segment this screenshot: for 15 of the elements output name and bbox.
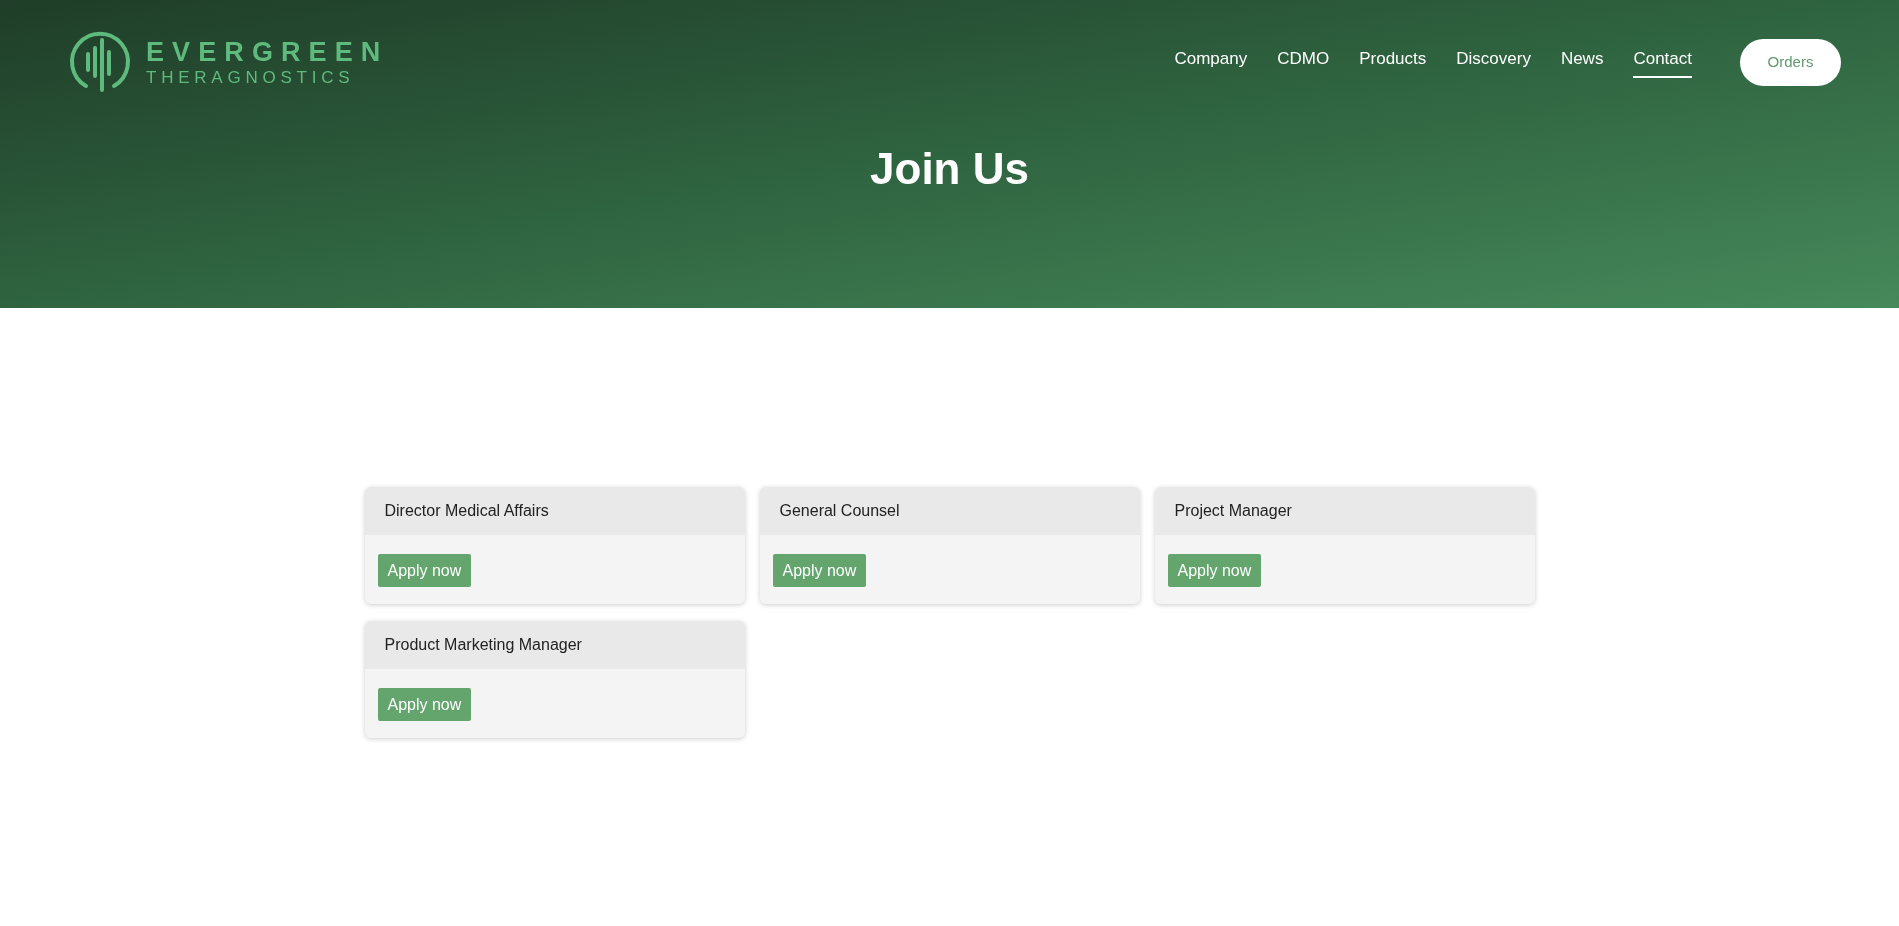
nav-link[interactable]: CDMO — [1277, 46, 1330, 78]
job-title: Director Medical Affairs — [364, 487, 745, 535]
page-title: Join Us — [869, 143, 1030, 195]
logo-wordmark: EVERGREEN — [146, 38, 389, 66]
job-title: Product Marketing Manager — [364, 621, 745, 669]
logo-icon — [68, 30, 132, 94]
nav-link[interactable]: Products — [1359, 46, 1427, 78]
nav-link[interactable]: Company — [1174, 46, 1248, 78]
job-title: General Counsel — [759, 487, 1140, 535]
nav-link[interactable]: Contact — [1633, 46, 1692, 78]
logo-subtitle: THERAGNOSTICS — [146, 68, 356, 86]
orders-button[interactable]: Orders — [1740, 38, 1841, 86]
nav-link[interactable]: News — [1560, 46, 1604, 78]
job-title: Project Manager — [1154, 487, 1535, 535]
nav-link[interactable]: Discovery — [1456, 46, 1531, 78]
